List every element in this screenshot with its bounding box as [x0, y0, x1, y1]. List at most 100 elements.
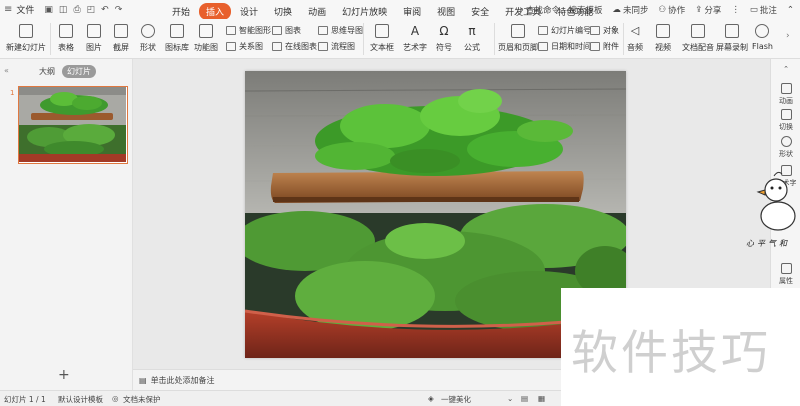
tab-slideshow[interactable]: 幻灯片放映	[335, 3, 394, 20]
share-button[interactable]: ⇪ 分享	[695, 4, 721, 16]
duck-icon	[756, 171, 796, 231]
online-chart-button[interactable]: 在线图表	[272, 41, 317, 52]
comment-button[interactable]: ▭ 批注	[750, 4, 777, 16]
collab-button[interactable]: ⚇ 协作	[659, 4, 686, 16]
ribbon-separator	[50, 23, 51, 55]
relation-graph-icon	[226, 42, 236, 51]
flowchart-button[interactable]: 流程图	[318, 41, 355, 52]
ribbon-toolbar: 新建幻灯片 表格 图片 截屏 形状 图标库 功能图 智能图形 关系图 图表 在线…	[0, 19, 800, 59]
chevron-up-icon: ⌃	[783, 65, 789, 73]
notes-icon: ▤	[139, 375, 147, 385]
chevron-down-icon[interactable]: ⌄	[507, 394, 513, 403]
symbol-button[interactable]: Ω 符号	[436, 24, 452, 53]
shield-icon: ◎	[112, 394, 119, 403]
collapse-ribbon-icon[interactable]: ⌃	[787, 5, 794, 15]
object-button[interactable]: 对象	[590, 25, 619, 36]
tab-design[interactable]: 设计	[233, 3, 265, 20]
sidebar-item-properties[interactable]: 属性	[771, 263, 800, 286]
speaker-icon: ◁	[630, 24, 640, 37]
wordart-button[interactable]: A 艺术字	[403, 24, 427, 53]
sync-status[interactable]: ☁ 未同步	[613, 4, 649, 16]
record-icon	[725, 24, 739, 38]
slide-thumbnail[interactable]	[18, 86, 128, 164]
textbox-icon	[375, 24, 389, 38]
sidebar-item-transition[interactable]: 切换	[771, 109, 800, 132]
ribbon-separator	[494, 23, 495, 55]
paperclip-icon	[590, 42, 600, 51]
smart-graphic-button[interactable]: 智能图形	[226, 25, 271, 36]
textbox-button[interactable]: 文本框	[370, 24, 394, 53]
one-click-beautify[interactable]: 一键美化	[441, 394, 471, 405]
doc-voice-button[interactable]: 文档配音	[682, 24, 714, 53]
sorter-view-icon[interactable]: ▦	[538, 394, 545, 403]
ribbon-separator	[363, 23, 364, 55]
slide-number-icon	[538, 26, 548, 35]
tab-security[interactable]: 安全	[464, 3, 496, 20]
normal-view-icon[interactable]: ▤	[521, 394, 528, 403]
preview-icon[interactable]: ◰	[87, 5, 96, 15]
mindmap-icon	[318, 26, 328, 35]
video-button[interactable]: 视频	[655, 24, 671, 53]
notes-pane[interactable]: ▤ 单击此处添加备注	[133, 369, 563, 390]
tab-review[interactable]: 审阅	[396, 3, 428, 20]
sidebar-item-animation[interactable]: 动画	[771, 83, 800, 106]
sidebar-item-shape[interactable]: 形状	[771, 136, 800, 159]
file-menu[interactable]: 文件	[16, 3, 34, 16]
table-button[interactable]: 表格	[58, 24, 74, 53]
function-chart-button[interactable]: 功能图	[194, 24, 218, 53]
quick-access-toolbar: ▣ ◫ ⎙ ◰ ↶ ↷	[44, 5, 122, 15]
icon-library-button[interactable]: 图标库	[165, 24, 189, 53]
redo-icon[interactable]: ↷	[115, 5, 123, 15]
mindmap-button[interactable]: 思维导图	[318, 25, 363, 36]
datetime-button[interactable]: 日期和时间	[538, 41, 591, 52]
properties-icon	[780, 263, 792, 274]
transition-icon	[780, 109, 792, 120]
new-slide-button[interactable]: 新建幻灯片	[6, 24, 46, 53]
print-icon[interactable]: ⎙	[73, 5, 80, 15]
picture-button[interactable]: 图片	[86, 24, 102, 53]
ribbon-scroll-right-icon[interactable]: ›	[786, 31, 790, 41]
attachment-button[interactable]: 附件	[590, 41, 619, 52]
save-icon[interactable]: ▣	[44, 5, 53, 15]
collapse-panel-icon[interactable]: «	[4, 66, 9, 75]
search-command[interactable]: ⌕ 查找命令、搜索模板	[519, 4, 602, 16]
omega-icon: Ω	[439, 24, 449, 38]
tab-insert[interactable]: 插入	[199, 3, 232, 20]
chart-button[interactable]: 图表	[272, 25, 301, 36]
tab-outline[interactable]: 大纲	[39, 66, 55, 77]
menu-icon[interactable]: ≡	[4, 4, 12, 15]
shape-button[interactable]: 形状	[140, 24, 156, 53]
screenshot-icon	[114, 24, 128, 38]
tab-view[interactable]: 视图	[430, 3, 462, 20]
design-template-label[interactable]: 默认设计模板	[58, 394, 103, 405]
undo-icon[interactable]: ↶	[101, 5, 109, 15]
more-icon[interactable]: ⋮	[731, 5, 740, 15]
relation-graph-button[interactable]: 关系图	[226, 41, 263, 52]
animation-icon	[780, 83, 792, 94]
people-icon: ⚇	[658, 4, 667, 15]
shape-icon	[780, 136, 792, 147]
object-icon	[590, 26, 600, 35]
slide-number-button[interactable]: 幻灯片编号	[538, 25, 591, 36]
chart-icon	[272, 26, 282, 35]
formula-button[interactable]: π 公式	[464, 24, 480, 53]
tab-slides[interactable]: 幻灯片	[62, 65, 96, 78]
audio-button[interactable]: ◁ 音频	[627, 24, 643, 53]
flash-button[interactable]: Flash	[752, 24, 773, 51]
panel-tabs: « 大纲 幻灯片	[0, 65, 133, 80]
flash-icon	[755, 24, 770, 38]
video-icon	[656, 24, 670, 38]
watermark-text: 软件技巧	[571, 326, 771, 381]
tab-transition[interactable]: 切换	[267, 3, 299, 20]
doc-protect-status[interactable]: 文档未保护	[123, 394, 161, 405]
tab-home[interactable]: 开始	[165, 3, 197, 20]
tab-animation[interactable]: 动画	[301, 3, 333, 20]
sidebar-item-scroll-up[interactable]: ⌃	[771, 65, 800, 73]
add-slide-button[interactable]: +	[58, 367, 70, 383]
watermark-box: 软件技巧	[561, 288, 800, 406]
screenshot-button[interactable]: 截屏	[113, 24, 129, 53]
screen-record-button[interactable]: 屏幕录制	[716, 24, 748, 53]
icon-library-icon	[170, 24, 184, 38]
header-footer-button[interactable]: 页眉和页脚	[498, 24, 538, 53]
export-icon[interactable]: ◫	[59, 5, 68, 15]
